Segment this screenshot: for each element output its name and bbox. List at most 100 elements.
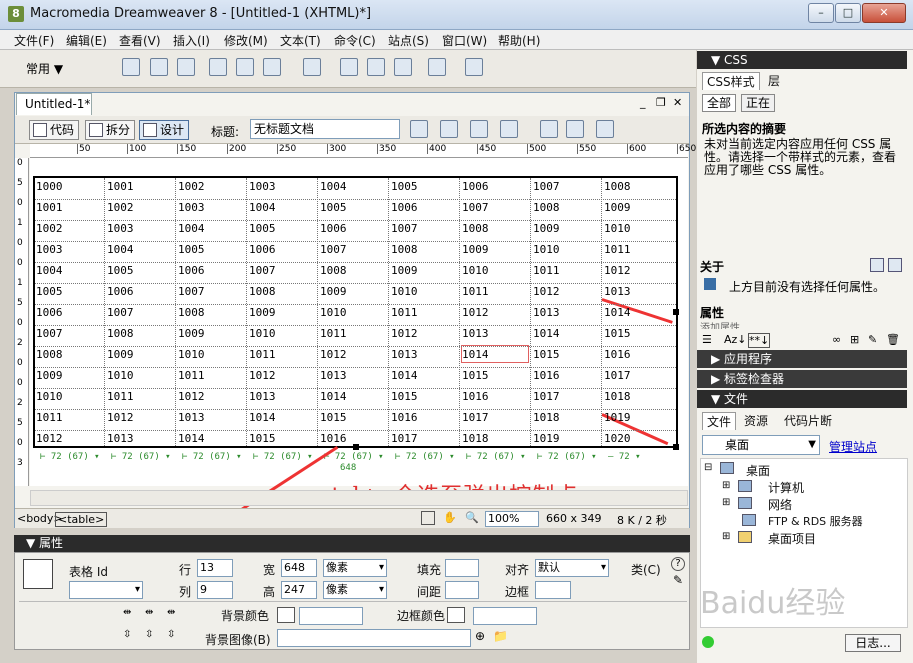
table-cell[interactable]: 1009 [604,201,631,214]
row-to-percent-icon[interactable]: ⇳ [167,629,175,640]
table-cell[interactable]: 1014 [178,432,205,445]
table-cell[interactable]: 1013 [320,369,347,382]
validate-icon[interactable] [410,120,428,138]
code-view-button[interactable]: 代码 [29,120,80,140]
table-cell[interactable]: 1010 [320,306,347,319]
menu-edit[interactable]: 编辑(E) [66,32,107,49]
table-cell[interactable]: 1011 [320,327,347,340]
select-tool-icon[interactable] [421,511,435,525]
table-cell[interactable]: 1008 [462,222,489,235]
table-cell[interactable]: 1015 [462,369,489,382]
menu-help[interactable]: 帮助(H) [498,32,540,49]
table-cell[interactable]: 1012 [178,390,205,403]
table-cell[interactable]: 1007 [107,306,134,319]
comment-icon[interactable] [394,58,412,76]
table-cell[interactable]: 1009 [533,222,560,235]
table-cell[interactable]: 1013 [178,411,205,424]
table-cell[interactable]: 1018 [604,390,631,403]
log-button[interactable]: 日志... [845,634,901,652]
table-cell[interactable]: 1015 [249,432,276,445]
table-cell[interactable]: 1003 [107,222,134,235]
bordercolor-swatch[interactable] [447,607,465,623]
table-cell[interactable]: 1007 [249,264,276,277]
minimize-button[interactable]: – [808,3,834,23]
table-cell[interactable]: 1016 [391,411,418,424]
table-cell[interactable]: 1005 [178,243,205,256]
design-view-button[interactable]: 设计 [139,120,190,140]
table-cell[interactable]: 1006 [178,264,205,277]
table-cell[interactable]: 1010 [107,369,134,382]
column-width-label[interactable]: ⊢ 72 (67) ▾ [395,452,455,462]
email-link-icon[interactable] [150,58,168,76]
table-cell[interactable]: 1016 [320,432,347,445]
tab-css-styles[interactable]: CSS样式 [702,72,760,90]
menu-insert[interactable]: 插入(I) [173,32,210,49]
table-cell[interactable]: 1013 [391,348,418,361]
rows-input[interactable]: 13 [197,559,233,577]
table-cell[interactable]: 1013 [107,432,134,445]
table-icon[interactable] [209,58,227,76]
table-cell[interactable]: 1003 [178,201,205,214]
table-cell[interactable]: 1016 [533,369,560,382]
bgimage-input[interactable] [277,629,471,647]
table-cell[interactable]: 1008 [604,180,631,193]
table-cell[interactable]: 1008 [320,264,347,277]
split-view-button[interactable]: 拆分 [85,120,136,140]
table-cell[interactable]: 1012 [604,264,631,277]
table-cell[interactable]: 1014 [391,369,418,382]
menu-commands[interactable]: 命令(C) [334,32,376,49]
table-cell[interactable]: 1004 [36,264,63,277]
table-cell[interactable]: 1005 [391,180,418,193]
table-cell[interactable]: 1017 [533,390,560,403]
table-cell[interactable]: 1015 [320,411,347,424]
menu-site[interactable]: 站点(S) [388,32,429,49]
image-icon[interactable] [263,58,281,76]
add-property-link[interactable]: 添加属性 [700,319,740,329]
table-cell[interactable]: 1000 [36,180,63,193]
table-cell[interactable]: 1013 [462,327,489,340]
table-cell[interactable]: 1002 [178,180,205,193]
table-cell[interactable]: 1011 [36,411,63,424]
table-cell[interactable]: 1008 [391,243,418,256]
table-cell[interactable]: 1014 [249,411,276,424]
bgcolor-swatch[interactable] [277,607,295,623]
padding-input[interactable] [445,559,479,577]
table-cell[interactable]: 1014 [320,390,347,403]
tree-desktop-items[interactable]: 桌面项目 [768,530,816,547]
height-unit-select[interactable]: 像素 [323,581,387,599]
table-cell[interactable]: 1008 [249,285,276,298]
column-width-label[interactable]: ⊢ 72 (67) ▾ [324,452,384,462]
table-cell[interactable]: 1019 [533,432,560,445]
table-cell[interactable]: 1015 [533,348,560,361]
spacing-input[interactable] [445,581,479,599]
table-cell[interactable]: 1012 [533,285,560,298]
visual-aids-icon[interactable] [596,120,614,138]
table-cell[interactable]: 1005 [107,264,134,277]
convert-to-percent-icon[interactable]: ⇹ [167,607,175,618]
column-width-label[interactable]: ⊢ 72 (67) ▾ [253,452,313,462]
table-cell[interactable]: 1011 [249,348,276,361]
maximize-button[interactable]: □ [835,3,861,23]
table-cell[interactable]: 1014 [462,348,489,361]
table-cell[interactable]: 1012 [107,411,134,424]
table-cell[interactable]: 1008 [36,348,63,361]
table-cell[interactable]: 1013 [604,285,631,298]
table-cell[interactable]: 1009 [249,306,276,319]
table-cell[interactable]: 1014 [604,306,631,319]
table-cell[interactable]: 1015 [604,327,631,340]
table-cell[interactable]: 1012 [391,327,418,340]
template-icon[interactable] [465,58,483,76]
properties-header[interactable]: ▼ 属性 [14,535,690,552]
table-cell[interactable]: 1008 [107,327,134,340]
head-icon[interactable] [428,58,446,76]
zoom-select[interactable]: 100% [485,511,539,527]
tree-toggle-computer[interactable]: ⊞ [722,480,730,491]
table-cell[interactable]: 1009 [320,285,347,298]
site-select[interactable]: 桌面 ▼ [702,435,820,455]
selection-handle[interactable] [673,444,679,450]
menu-view[interactable]: 查看(V) [119,32,161,49]
table-cell[interactable]: 1010 [462,264,489,277]
point-to-file-icon[interactable]: ⊕ [475,629,485,643]
table-cell[interactable]: 1006 [462,180,489,193]
table-cell[interactable]: 1015 [391,390,418,403]
